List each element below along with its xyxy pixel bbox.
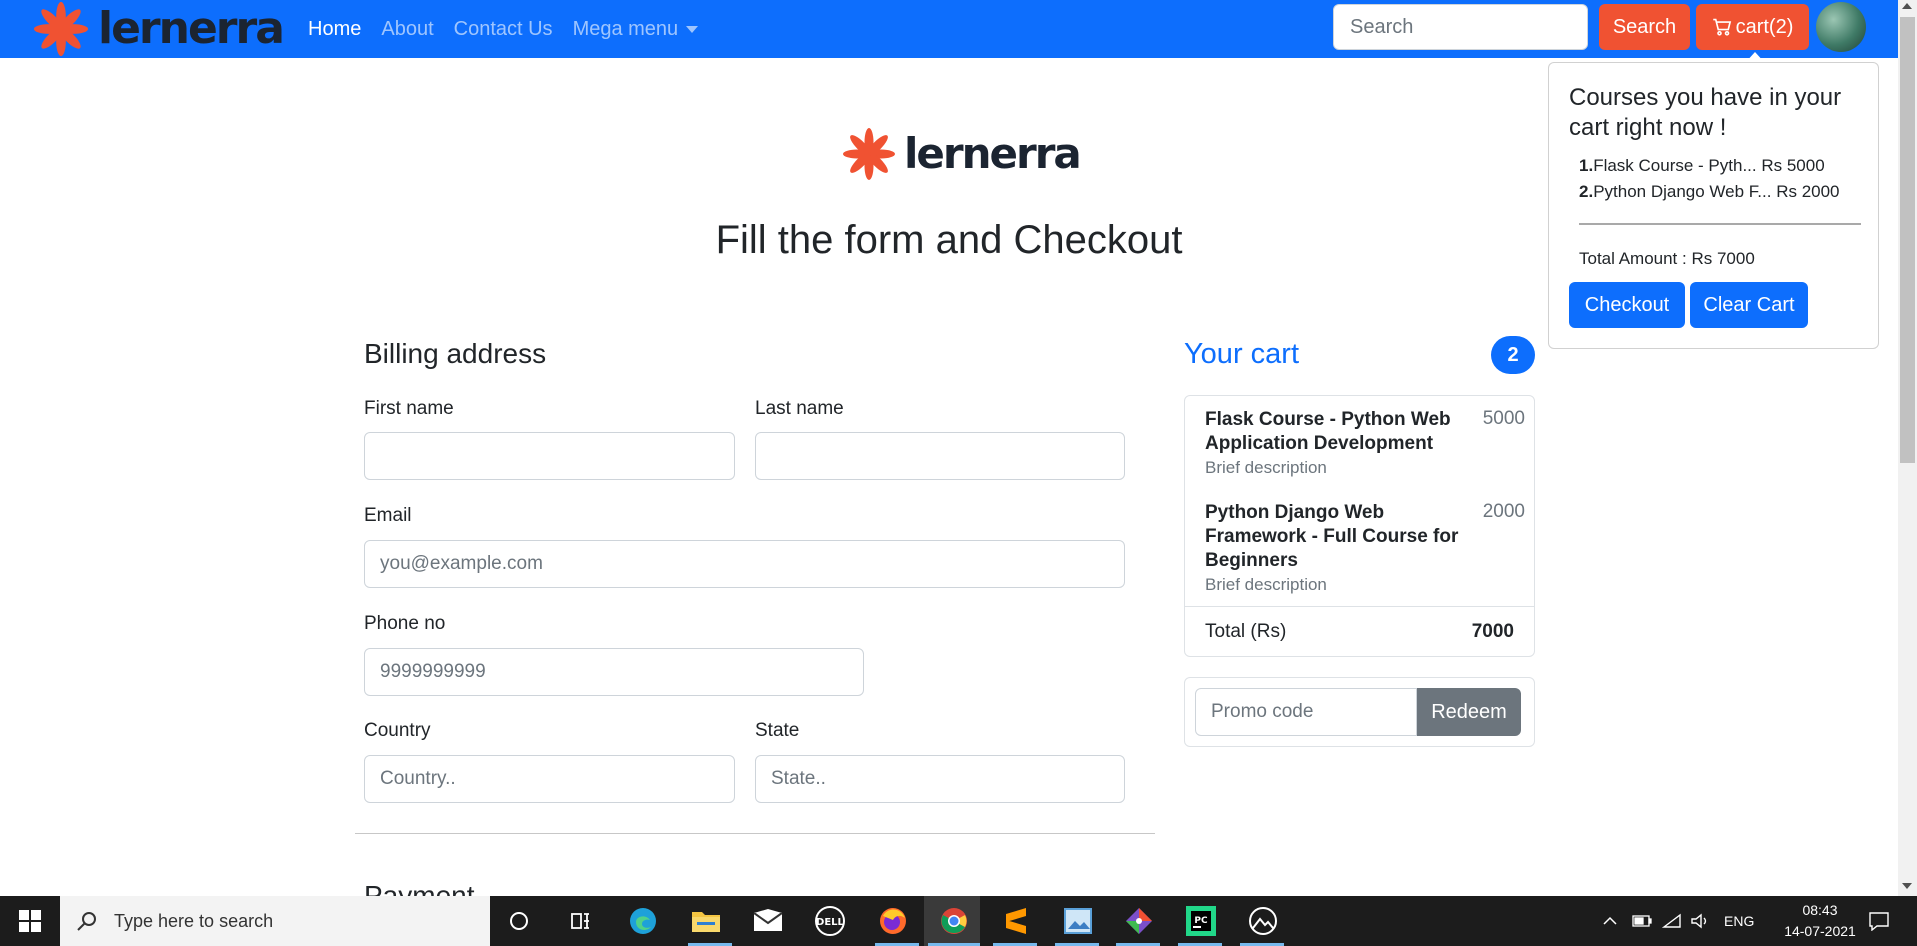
avatar[interactable] [1816, 2, 1866, 52]
promo-code-input[interactable] [1195, 688, 1417, 736]
page-title: Fill the form and Checkout [715, 218, 1183, 262]
task-view-icon[interactable] [563, 903, 599, 939]
payment-heading: Payment [364, 884, 475, 896]
taskbar-search[interactable]: Type here to search [60, 896, 490, 946]
cart-item-name: Python Django Web Framework - Full Cours… [1205, 502, 1459, 571]
scroll-down-arrow-icon[interactable] [1902, 883, 1912, 889]
item-text: Python Django Web F... Rs 2000 [1593, 182, 1840, 201]
git-icon[interactable] [1121, 903, 1157, 939]
popover-cart-list: 1.Flask Course - Pyth... Rs 5000 2.Pytho… [1579, 153, 1840, 205]
cart-total-label: Total (Rs) [1205, 621, 1287, 642]
page-scrollbar[interactable] [1898, 0, 1917, 896]
nav-home-link[interactable]: Home [308, 18, 361, 41]
language-indicator[interactable]: ENG [1724, 896, 1754, 946]
caret-down-icon [686, 25, 699, 33]
notification-icon[interactable] [1868, 896, 1890, 946]
windows-taskbar: Type here to search DELL PC ENG 08:43 14… [0, 896, 1917, 946]
cart-item: Python Django Web Framework - Full Cours… [1205, 501, 1525, 595]
photos-icon[interactable] [1060, 903, 1096, 939]
checkout-button[interactable]: Checkout [1569, 282, 1685, 328]
nav-links: Home About Contact Us Mega menu [308, 0, 699, 58]
search-icon [77, 912, 96, 931]
battery-icon[interactable] [1632, 896, 1652, 946]
state-label: State [755, 720, 800, 741]
brand-logo[interactable]: lernerra [32, 0, 285, 58]
item-text: Flask Course - Pyth... Rs 5000 [1593, 156, 1825, 175]
snipping-tool-icon[interactable] [1245, 903, 1281, 939]
cart-divider [1185, 606, 1534, 607]
taskbar-clock[interactable]: 08:43 14-07-2021 [1775, 900, 1865, 942]
mail-icon[interactable] [750, 903, 786, 939]
cart-button-label: cart(2) [1735, 15, 1794, 38]
scrollbar-thumb[interactable] [1900, 17, 1915, 463]
phone-label: Phone no [364, 613, 446, 634]
asterisk-logo-icon [33, 1, 89, 57]
asterisk-logo-icon [843, 128, 895, 180]
phone-field[interactable] [364, 648, 864, 696]
windows-logo-icon [19, 910, 41, 932]
email-field[interactable] [364, 540, 1125, 588]
volume-icon[interactable] [1690, 896, 1710, 946]
nav-about-link[interactable]: About [381, 18, 433, 41]
country-label: Country [364, 720, 431, 741]
sublime-text-icon[interactable] [998, 903, 1034, 939]
cart-icon [1712, 18, 1731, 36]
cart-item-desc: Brief description [1205, 458, 1327, 477]
scroll-up-arrow-icon[interactable] [1902, 3, 1912, 9]
start-button[interactable] [0, 896, 60, 946]
brand-name: lernerra [98, 3, 285, 54]
cart-popover: Courses you have in your cart right now … [1548, 62, 1879, 349]
nav-mega-menu-dropdown[interactable]: Mega menu [573, 18, 699, 41]
clear-cart-button[interactable]: Clear Cart [1690, 282, 1808, 328]
dell-icon[interactable]: DELL [812, 903, 848, 939]
search-input[interactable] [1333, 4, 1588, 50]
item-index: 2. [1579, 182, 1594, 201]
country-field[interactable] [364, 755, 735, 803]
svg-text:PC: PC [1194, 916, 1208, 926]
cortana-icon[interactable] [501, 903, 537, 939]
clock-date: 14-07-2021 [1784, 923, 1856, 939]
cart-button[interactable]: cart(2) [1696, 4, 1809, 50]
email-label: Email [364, 505, 412, 526]
promo-form: Redeem [1184, 677, 1535, 747]
page-logo: lernerra [842, 120, 1082, 188]
taskbar-search-placeholder: Type here to search [114, 910, 274, 931]
cart-item-desc: Brief description [1205, 575, 1327, 594]
page-brand-name: lernerra [904, 129, 1082, 178]
cart-item: Flask Course - Python Web Application De… [1205, 408, 1525, 478]
svg-text:DELL: DELL [816, 917, 845, 928]
popover-title: Courses you have in your cart right now … [1569, 84, 1842, 141]
show-hidden-icons-icon[interactable] [1602, 896, 1618, 946]
edge-browser-icon[interactable] [625, 903, 661, 939]
cart-item-price: 2000 [1482, 501, 1525, 522]
cart-total-value: 7000 [1471, 621, 1514, 642]
search-button[interactable]: Search [1599, 4, 1690, 50]
first-name-field[interactable] [364, 432, 735, 480]
navbar: lernerra Home About Contact Us Mega menu… [0, 0, 1898, 58]
clock-time: 08:43 [1802, 902, 1838, 918]
firefox-icon[interactable] [875, 903, 911, 939]
cart-heading: Your cart [1184, 338, 1299, 370]
cart-list: Flask Course - Python Web Application De… [1184, 395, 1535, 657]
section-divider [355, 833, 1155, 834]
popover-cart-item: 1.Flask Course - Pyth... Rs 5000 [1579, 153, 1840, 179]
file-explorer-icon[interactable] [688, 903, 724, 939]
item-index: 1. [1579, 156, 1594, 175]
cart-count-badge: 2 [1491, 336, 1535, 374]
pycharm-icon[interactable]: PC [1183, 903, 1219, 939]
last-name-label: Last name [755, 398, 844, 419]
wifi-icon[interactable] [1662, 896, 1682, 946]
mega-menu-label: Mega menu [572, 17, 679, 40]
chrome-icon[interactable] [936, 903, 972, 939]
last-name-field[interactable] [755, 432, 1125, 480]
nav-contact-link[interactable]: Contact Us [454, 18, 553, 41]
billing-heading: Billing address [364, 338, 547, 369]
popover-cart-item: 2.Python Django Web F... Rs 2000 [1579, 179, 1840, 205]
redeem-button[interactable]: Redeem [1417, 688, 1521, 736]
first-name-label: First name [364, 398, 454, 419]
cart-item-price: 5000 [1482, 408, 1525, 429]
state-field[interactable] [755, 755, 1125, 803]
cart-item-name: Flask Course - Python Web Application De… [1205, 409, 1451, 454]
